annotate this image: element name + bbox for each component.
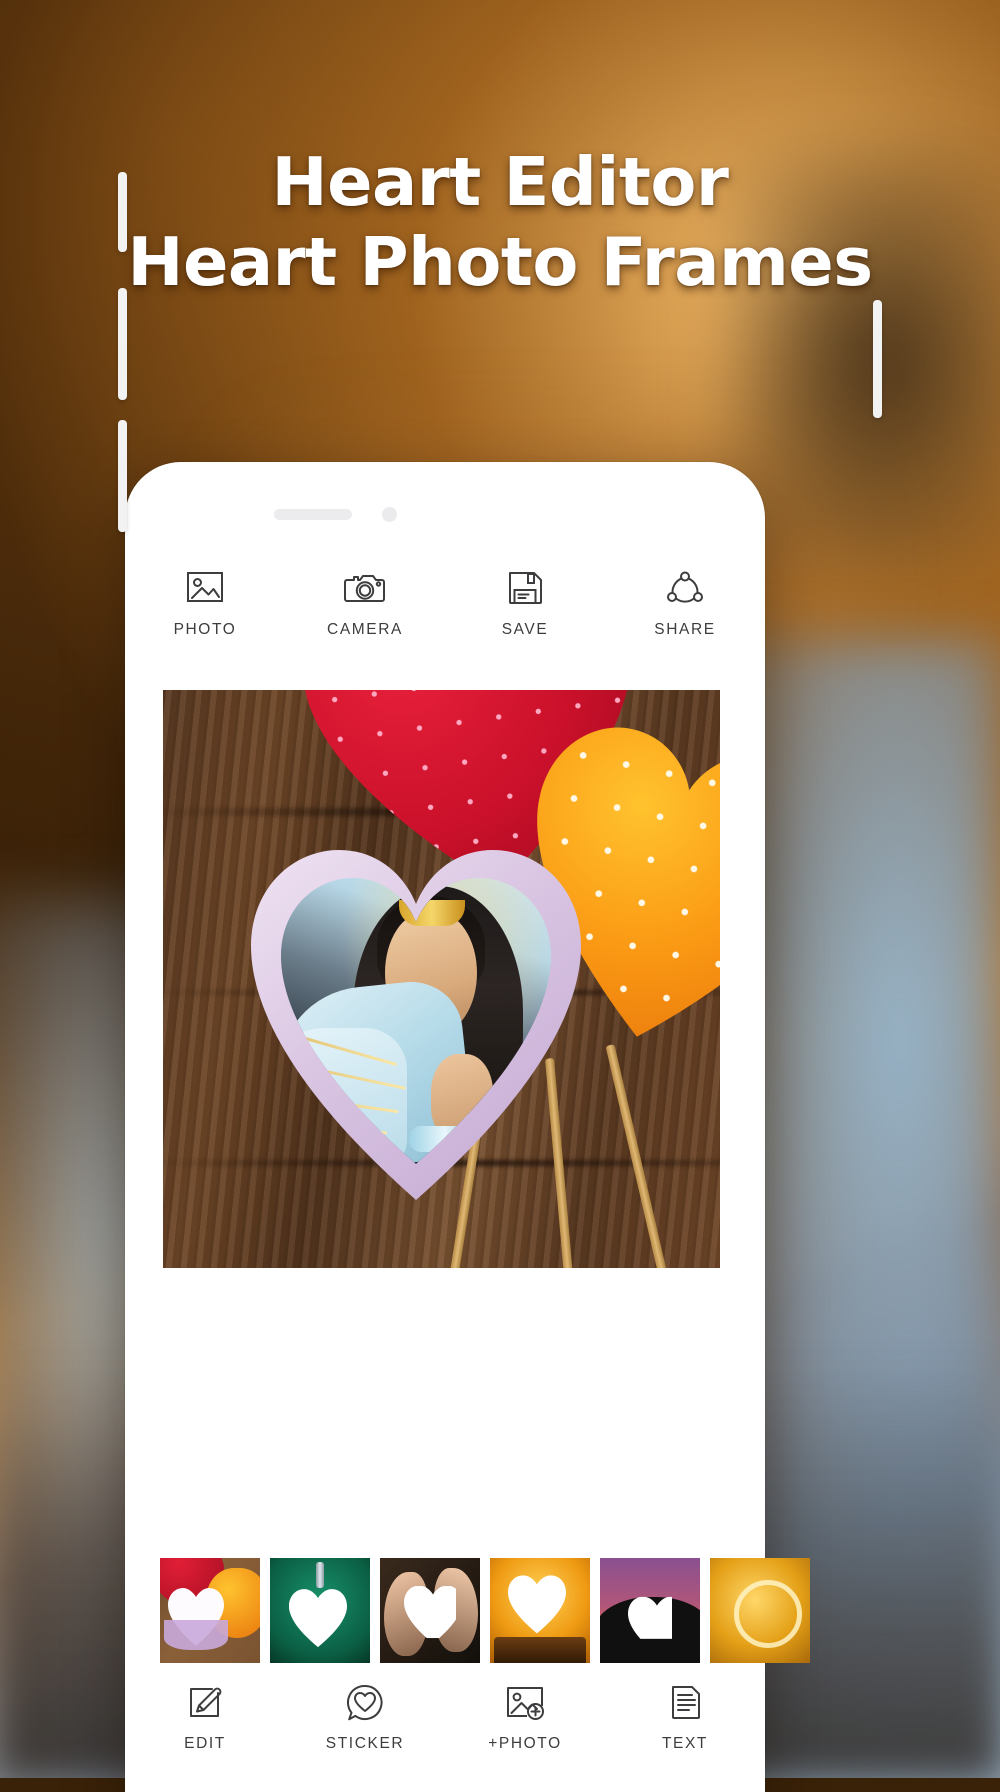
bottom-nav-label-add-photo: +PHOTO xyxy=(488,1735,562,1752)
add-photo-icon xyxy=(507,1687,544,1720)
frame-thumbnail-strip[interactable] xyxy=(160,1558,900,1663)
toolbar-button-save[interactable]: SAVE xyxy=(445,566,605,639)
text-document-icon xyxy=(672,1686,700,1719)
thumbnail-gold-heart[interactable] xyxy=(710,1558,810,1663)
bottom-nav-button-edit[interactable]: EDIT xyxy=(125,1680,285,1753)
thumbnail-silhouette-heart[interactable] xyxy=(600,1558,700,1663)
toolbar-button-share[interactable]: SHARE xyxy=(605,566,765,639)
phone-volume-button-mute xyxy=(118,172,127,252)
image-icon xyxy=(187,572,223,602)
thumbnail-book-heart[interactable] xyxy=(490,1558,590,1663)
floppy-disk-icon xyxy=(509,572,542,604)
thumbnail-heart-locket[interactable] xyxy=(270,1558,370,1663)
phone-volume-down-button xyxy=(118,420,127,532)
share-nodes-icon xyxy=(667,571,703,603)
pencil-edit-icon xyxy=(190,1687,222,1717)
promo-title-line-2: Heart Photo Frames xyxy=(127,223,873,302)
promo-title: Heart Editor Heart Photo Frames xyxy=(0,143,1000,302)
phone-earpiece-speaker xyxy=(274,509,352,520)
bottom-nav-button-add-photo[interactable]: +PHOTO xyxy=(445,1680,605,1753)
heart-bubble-icon xyxy=(347,1684,383,1721)
toolbar-label-photo: PHOTO xyxy=(173,621,237,638)
bottom-nav-label-edit: EDIT xyxy=(184,1735,226,1752)
thumbnail-hands-heart[interactable] xyxy=(380,1558,480,1663)
bottom-nav-label-text: TEXT xyxy=(661,1735,708,1752)
bottom-nav-button-sticker[interactable]: STICKER xyxy=(285,1680,445,1753)
camera-icon xyxy=(344,575,385,602)
thumbnail-heart-pillows[interactable] xyxy=(160,1558,260,1663)
bottom-navigation: EDIT STICKER +PHOTO TEXT xyxy=(125,1680,765,1753)
bottom-nav-label-sticker: STICKER xyxy=(325,1735,405,1752)
lavender-heart-frame[interactable] xyxy=(251,850,581,1200)
photo-canvas[interactable] xyxy=(163,690,720,1268)
phone-power-button xyxy=(873,300,882,418)
toolbar-label-save: SAVE xyxy=(501,621,549,638)
toolbar-label-camera: CAMERA xyxy=(327,621,403,638)
toolbar-button-photo[interactable]: PHOTO xyxy=(125,566,285,639)
phone-volume-up-button xyxy=(118,288,127,400)
toolbar-button-camera[interactable]: CAMERA xyxy=(285,566,445,639)
phone-front-camera xyxy=(382,507,397,522)
top-toolbar: PHOTO CAMERA SAVE SHARE xyxy=(125,566,765,639)
toolbar-label-share: SHARE xyxy=(654,621,716,638)
promo-title-line-1: Heart Editor xyxy=(271,143,729,221)
bottom-nav-button-text[interactable]: TEXT xyxy=(605,1680,765,1753)
